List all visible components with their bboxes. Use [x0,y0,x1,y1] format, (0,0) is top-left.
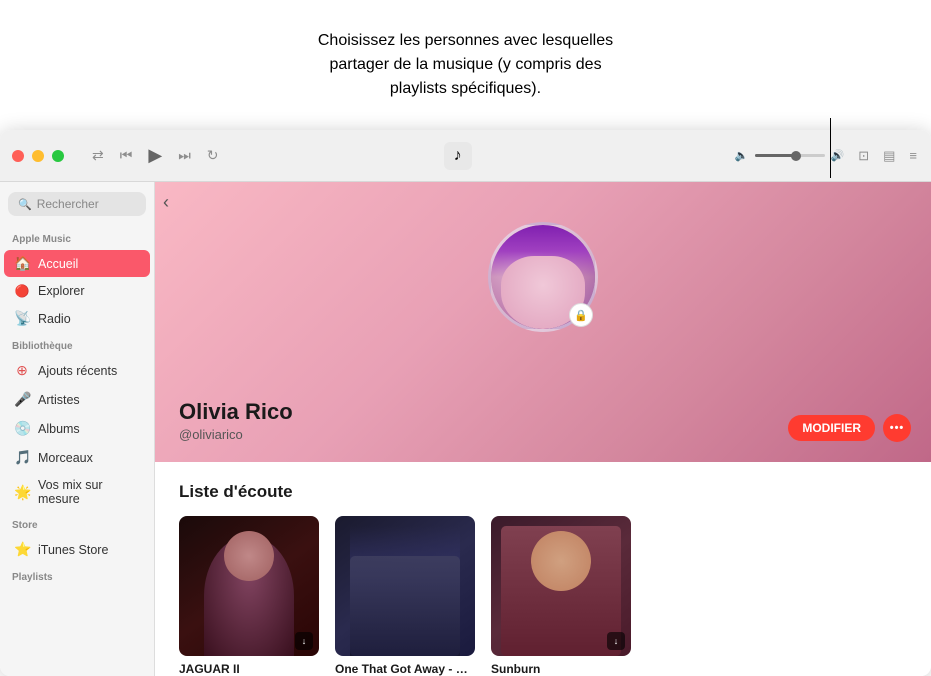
next-button[interactable]: ⏭ [176,145,193,166]
main-content: 🔍 Rechercher Apple Music 🏠 Accueil 🔴 Exp… [0,182,931,676]
section-title: Liste d'écoute [179,482,907,502]
album-badge-jaguar: ↓ [295,632,313,650]
profile-info: Olivia Rico @oliviarico [179,399,907,442]
lock-icon: 🔒 [574,309,588,322]
album-badge-sunburn: ↓ [607,632,625,650]
itunes-icon: ⭐ [14,541,30,558]
album-item-sunburn[interactable]: ↓ Sunburn Dominic Fike [491,516,631,676]
search-bar[interactable]: 🔍 Rechercher [8,192,146,216]
sidebar-item-radio[interactable]: 📡 Radio [4,305,150,332]
sidebar: 🔍 Rechercher Apple Music 🏠 Accueil 🔴 Exp… [0,182,155,676]
profile-handle: @oliviarico [179,427,907,442]
lyrics-button[interactable]: ▤ [881,146,897,166]
sidebar-item-ajouts-recents[interactable]: ⊕ Ajouts récents [4,357,150,384]
morceaux-icon: 🎵 [14,449,30,466]
artistes-icon: 🎤 [14,391,30,408]
home-icon: 🏠 [14,255,30,272]
now-playing-icon: ♪ [444,142,472,170]
sidebar-item-albums-label: Albums [38,422,80,436]
album-face-jaguar [224,531,274,581]
sidebar-item-accueil[interactable]: 🏠 Accueil [4,250,150,277]
minimize-button[interactable] [32,150,44,162]
search-icon: 🔍 [18,198,32,211]
section-label-playlists: Playlists [0,564,154,587]
shuffle-button[interactable]: ⇄ [90,145,106,166]
download-icon: ↓ [302,636,307,646]
playlist-section: Liste d'écoute ↓ JAGUAR II Victoria Moné… [155,462,931,676]
sidebar-item-morceaux-label: Morceaux [38,451,93,465]
content-area: ‹ 🔒 Olivia Rico [155,182,931,676]
section-label-apple-music: Apple Music [0,226,154,249]
sidebar-item-explorer[interactable]: 🔴 Explorer [4,279,150,303]
sidebar-item-vos-mix-label: Vos mix sur mesure [38,478,140,506]
album-item-jaguar[interactable]: ↓ JAGUAR II Victoria Monét [179,516,319,676]
album-figure-muna [350,526,460,656]
sidebar-item-ajouts-label: Ajouts récents [38,364,117,378]
close-button[interactable] [12,150,24,162]
album-cover-sunburn: ↓ [491,516,631,656]
album-title-muna: One That Got Away - Single [335,662,475,676]
profile-banner: 🔒 Olivia Rico @oliviarico MODIFIER ••• [155,182,931,462]
albums-icon: 💿 [14,420,30,437]
annotation-tooltip: Choisissez les personnes avec lesquelles… [0,0,931,130]
sidebar-item-morceaux[interactable]: 🎵 Morceaux [4,444,150,471]
volume-low-icon: 🔈 [735,149,749,162]
sidebar-item-itunes-label: iTunes Store [38,543,108,557]
download-icon-2: ↓ [614,636,619,646]
section-label-bibliotheque: Bibliothèque [0,333,154,356]
album-grid: ↓ JAGUAR II Victoria Monét On [179,516,907,676]
volume-high-icon: 🔊 [831,149,845,162]
airplay-button[interactable]: ⊡ [856,146,871,166]
album-title-sunburn: Sunburn [491,662,631,676]
profile-avatar: 🔒 [488,222,598,332]
explorer-icon: 🔴 [14,284,30,298]
annotation-line2: partager de la musique (y compris des [329,53,601,77]
album-title-jaguar: JAGUAR II [179,662,319,676]
privacy-lock-badge: 🔒 [569,303,593,327]
volume-control[interactable]: 🔈 🔊 [735,149,844,162]
sidebar-item-itunes-store[interactable]: ⭐ iTunes Store [4,536,150,563]
album-item-muna[interactable]: One That Got Away - Single MUNA [335,516,475,676]
sidebar-item-albums[interactable]: 💿 Albums [4,415,150,442]
queue-button[interactable]: ≡ [907,146,919,165]
repeat-button[interactable]: ↻ [205,145,221,166]
playback-controls: ⇄ ⏮ ▶ ⏭ ↻ [90,143,221,168]
sidebar-item-artistes[interactable]: 🎤 Artistes [4,386,150,413]
search-placeholder-text: Rechercher [37,197,99,211]
sidebar-item-artistes-label: Artistes [38,393,80,407]
annotation-line3: playlists spécifiques). [390,77,541,101]
album-cover-muna [335,516,475,656]
back-button[interactable]: ‹ [163,192,169,213]
right-toolbar: ⊡ ▤ ≡ [856,146,919,166]
sidebar-item-explorer-label: Explorer [38,284,85,298]
radio-icon: 📡 [14,310,30,327]
mix-icon: 🌟 [14,484,30,501]
sidebar-item-accueil-label: Accueil [38,257,78,271]
app-window: ⇄ ⏮ ▶ ⏭ ↻ ♪ 🔈 🔊 ⊡ ▤ ≡ 🔍 [0,130,931,676]
album-people-muna [350,556,460,656]
title-bar: ⇄ ⏮ ▶ ⏭ ↻ ♪ 🔈 🔊 ⊡ ▤ ≡ [0,130,931,182]
sidebar-item-vos-mix[interactable]: 🌟 Vos mix sur mesure [4,473,150,511]
add-icon: ⊕ [14,362,30,379]
annotation-pointer-line [830,118,831,178]
album-cover-jaguar: ↓ [179,516,319,656]
previous-button[interactable]: ⏮ [118,145,135,166]
album-face-sunburn [531,531,591,591]
fullscreen-button[interactable] [52,150,64,162]
volume-slider[interactable] [755,154,825,157]
section-label-store: Store [0,512,154,535]
center-controls: ♪ [221,142,735,170]
traffic-lights [12,150,64,162]
annotation-line1: Choisissez les personnes avec lesquelles [318,29,613,53]
sidebar-item-radio-label: Radio [38,312,71,326]
play-button[interactable]: ▶ [146,143,164,168]
profile-name: Olivia Rico [179,399,907,425]
